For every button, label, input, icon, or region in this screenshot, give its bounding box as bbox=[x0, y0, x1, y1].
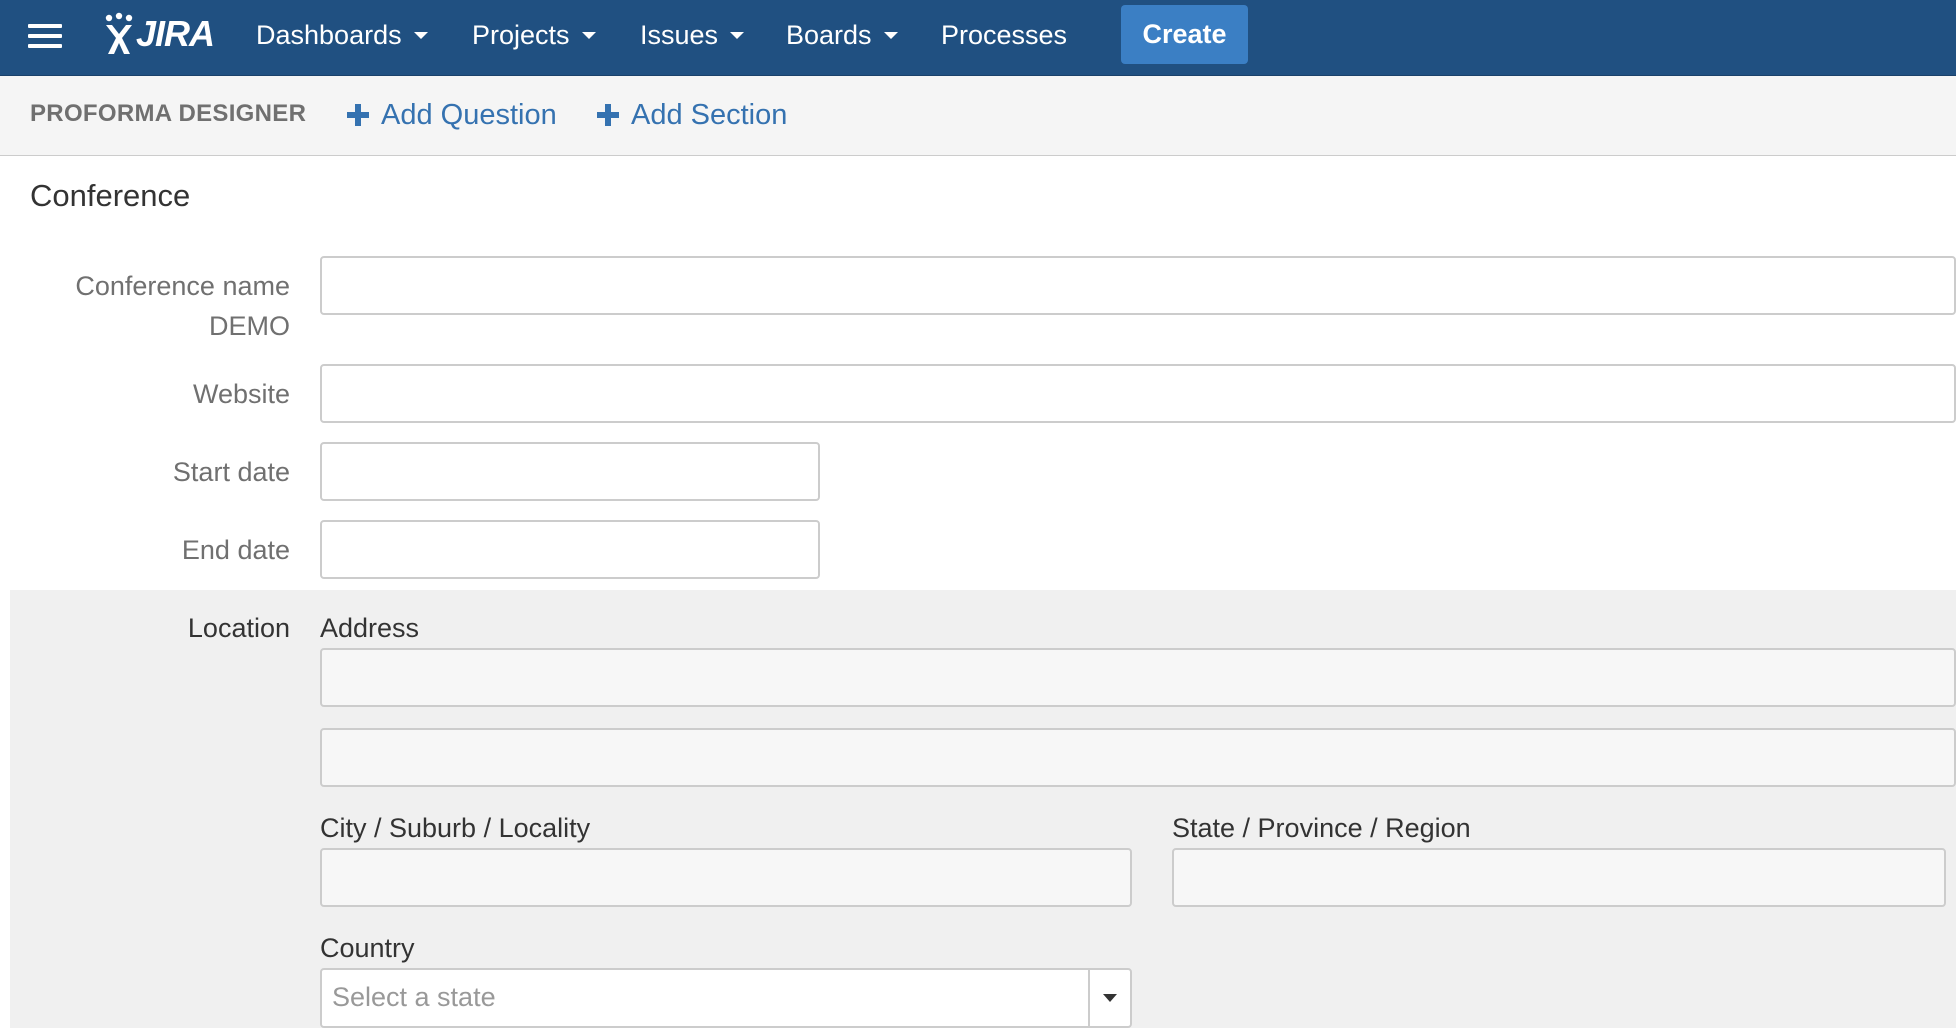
start-date-label: Start date bbox=[172, 457, 290, 487]
hamburger-icon[interactable] bbox=[28, 22, 64, 52]
jira-logo-mark-icon bbox=[105, 12, 133, 54]
location-label: Location bbox=[187, 613, 290, 643]
chevron-down-icon bbox=[883, 31, 898, 39]
conference-name-input[interactable] bbox=[320, 256, 1956, 315]
logo-text: JIRA bbox=[136, 13, 215, 54]
jira-logo[interactable]: JIRA bbox=[103, 10, 215, 58]
start-date-input[interactable] bbox=[320, 442, 820, 501]
add-section-button[interactable]: Add Section bbox=[597, 95, 787, 135]
chevron-down-icon bbox=[581, 31, 596, 39]
nav-processes[interactable]: Processes bbox=[941, 0, 1067, 70]
website-input[interactable] bbox=[320, 364, 1956, 423]
chevron-down-icon bbox=[1103, 994, 1117, 1002]
end-date-input[interactable] bbox=[320, 520, 820, 579]
end-date-label: End date bbox=[181, 535, 290, 565]
country-label: Country bbox=[320, 933, 415, 963]
plus-icon bbox=[347, 104, 369, 126]
conference-name-label: Conference name bbox=[75, 271, 290, 301]
top-navigation-bar: JIRA Dashboards Projects Issues Boards P… bbox=[0, 0, 1956, 76]
add-section-label: Add Section bbox=[631, 98, 788, 131]
chevron-down-icon bbox=[730, 31, 745, 39]
section-title: Conference bbox=[30, 178, 191, 213]
nav-boards-label: Boards bbox=[786, 19, 872, 50]
nav-issues-label: Issues bbox=[640, 19, 719, 50]
country-select-placeholder: Select a state bbox=[332, 982, 496, 1012]
address-line1-input[interactable] bbox=[320, 648, 1956, 707]
nav-dashboards[interactable]: Dashboards bbox=[256, 0, 428, 70]
address-label: Address bbox=[320, 613, 420, 643]
designer-toolbar: PROFORMA DESIGNER Add Question Add Secti… bbox=[0, 76, 1956, 156]
plus-icon bbox=[597, 104, 619, 126]
state-label: State / Province / Region bbox=[1172, 813, 1471, 843]
nav-dashboards-label: Dashboards bbox=[256, 19, 402, 50]
state-input[interactable] bbox=[1172, 848, 1946, 907]
city-label: City / Suburb / Locality bbox=[320, 813, 591, 843]
country-select[interactable]: Select a state bbox=[320, 968, 1132, 1028]
create-button[interactable]: Create bbox=[1121, 5, 1248, 64]
add-question-button[interactable]: Add Question bbox=[347, 95, 557, 135]
conference-name-demo-tag: DEMO bbox=[209, 311, 290, 341]
chevron-down-icon bbox=[413, 31, 428, 39]
nav-issues[interactable]: Issues bbox=[640, 0, 745, 70]
address-line2-input[interactable] bbox=[320, 728, 1956, 787]
designer-title: PROFORMA DESIGNER bbox=[30, 100, 307, 127]
nav-projects[interactable]: Projects bbox=[472, 0, 596, 70]
country-select-toggle[interactable] bbox=[1088, 970, 1130, 1026]
website-label: Website bbox=[192, 379, 290, 409]
add-question-label: Add Question bbox=[381, 98, 557, 131]
nav-boards[interactable]: Boards bbox=[786, 0, 898, 70]
nav-projects-label: Projects bbox=[472, 19, 570, 50]
nav-processes-label: Processes bbox=[941, 19, 1068, 50]
city-input[interactable] bbox=[320, 848, 1132, 907]
